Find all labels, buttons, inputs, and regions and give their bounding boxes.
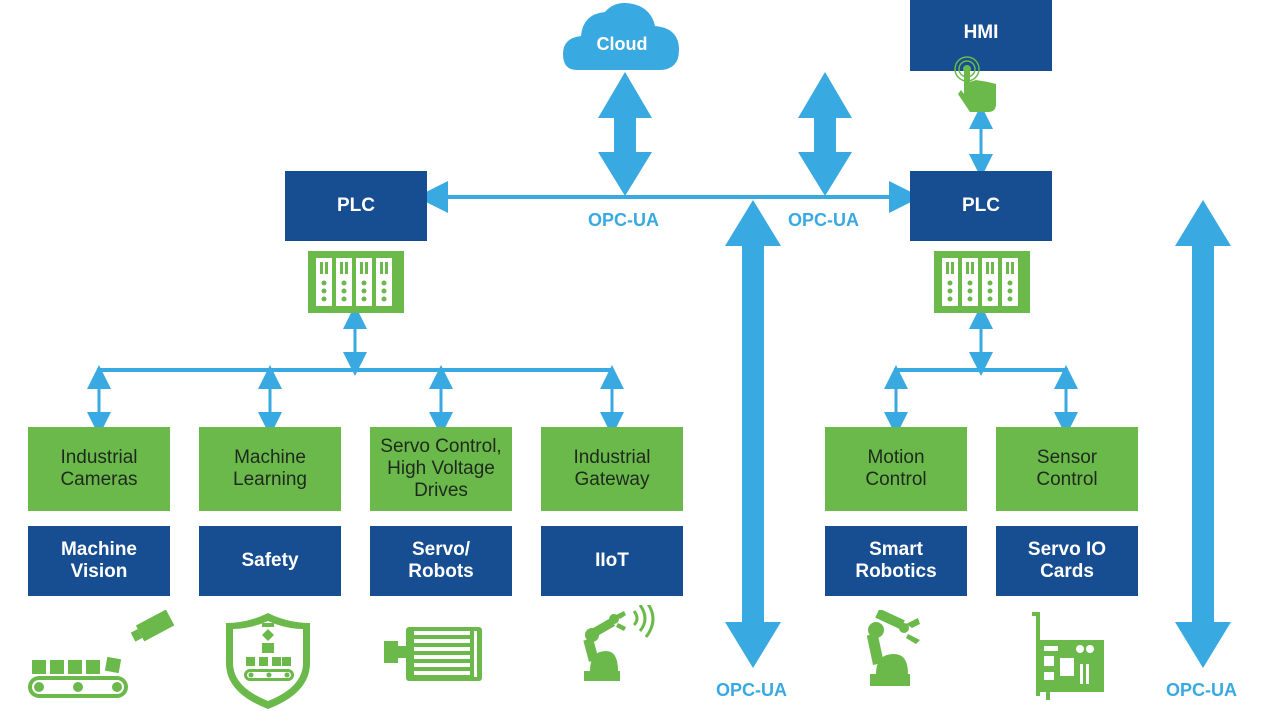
plc-right-box: PLC — [910, 171, 1052, 241]
plc-left-label: PLC — [337, 195, 375, 216]
function-box-servo-control: Servo Control, High Voltage Drives — [370, 427, 512, 511]
robot-arm-icon — [866, 610, 920, 686]
safety-shield-icon — [226, 613, 310, 709]
plc-right-label: PLC — [962, 195, 1000, 216]
function-box-sensor-control: Sensor Control — [996, 427, 1138, 511]
io-card-icon — [1032, 612, 1104, 700]
application-box-iiot: IIoT — [541, 526, 683, 596]
bus-double-arrow — [798, 72, 852, 196]
application-box-servo-io-cards: Servo IO Cards — [996, 526, 1138, 596]
cloud-bus-arrow — [598, 72, 652, 196]
function-box-industrial-gateway: Industrial Gateway — [541, 427, 683, 511]
application-box-safety: Safety — [199, 526, 341, 596]
opcua-vertical-arrow-right — [1175, 200, 1231, 668]
touch-hand-icon — [954, 56, 996, 112]
servo-motor-icon — [384, 627, 482, 681]
application-box-servo-robots: Servo/ Robots — [370, 526, 512, 596]
opcua-vertical-arrow-center — [725, 200, 781, 668]
opcua-label-bus-left: OPC-UA — [588, 210, 659, 230]
application-box-smart-robotics: Smart Robotics — [825, 526, 967, 596]
function-box-machine-learning: Machine Learning — [199, 427, 341, 511]
wireless-robot-arm-icon — [583, 605, 655, 681]
conveyor-camera-icon — [28, 610, 175, 698]
function-box-motion-control: Motion Control — [825, 427, 967, 511]
plc-left-box: PLC — [285, 171, 427, 241]
opcua-label-bus-right: OPC-UA — [788, 210, 859, 230]
plc-rack-icon-left — [308, 251, 404, 313]
opcua-label-bottom-right: OPC-UA — [1166, 680, 1237, 700]
cloud-label: Cloud — [596, 34, 648, 54]
plc-rack-icon-right — [934, 251, 1030, 313]
application-box-machine-vision: Machine Vision — [28, 526, 170, 596]
hmi-label: HMI — [963, 21, 999, 43]
opcua-label-bottom-center: OPC-UA — [716, 680, 787, 700]
function-box-industrial-cameras: Industrial Cameras — [28, 427, 170, 511]
